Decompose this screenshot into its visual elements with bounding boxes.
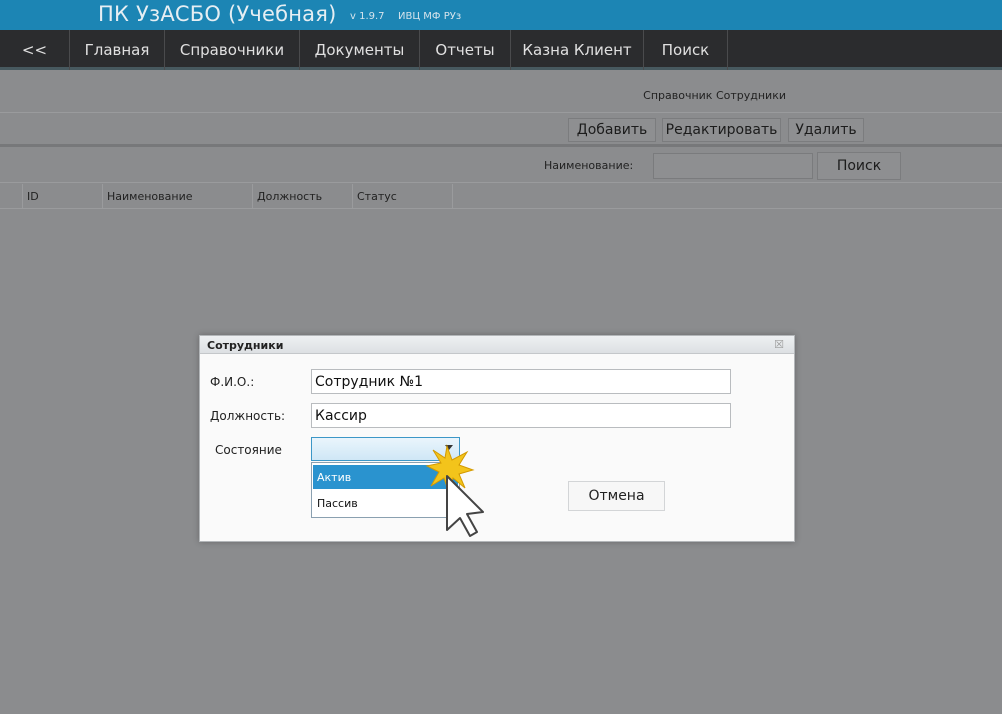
column-status[interactable]: Статус bbox=[353, 184, 453, 209]
edit-button[interactable]: Редактировать bbox=[662, 118, 781, 142]
status-label: Состояние bbox=[215, 443, 282, 457]
column-id[interactable]: ID bbox=[23, 184, 103, 209]
app-title: ПК УзАСБО (Учебная) bbox=[98, 2, 337, 26]
page-header: Справочник Сотрудники bbox=[0, 73, 1002, 113]
column-name[interactable]: Наименование bbox=[103, 184, 253, 209]
search-bar: Наименование: Поиск bbox=[0, 150, 1002, 183]
nav-item-reports[interactable]: Отчеты bbox=[420, 30, 511, 70]
nav-item-main[interactable]: Главная bbox=[70, 30, 165, 70]
column-position[interactable]: Должность bbox=[253, 184, 353, 209]
mouse-cursor-icon bbox=[425, 444, 484, 537]
search-label: Наименование: bbox=[544, 159, 634, 172]
close-icon[interactable]: ☒ bbox=[774, 338, 784, 351]
nav-item-treasury-client[interactable]: Казна Клиент bbox=[511, 30, 644, 70]
search-button[interactable]: Поиск bbox=[817, 152, 901, 180]
app-titlebar: ПК УзАСБО (Учебная) v 1.9.7 ИВЦ МФ РУз bbox=[0, 0, 1002, 30]
page-title: Справочник Сотрудники bbox=[643, 89, 786, 102]
fio-label: Ф.И.О.: bbox=[210, 375, 255, 389]
position-label: Должность: bbox=[210, 409, 286, 423]
cancel-button[interactable]: Отмена bbox=[568, 481, 665, 511]
employee-dialog: Сотрудники ☒ Ф.И.О.: Сотрудник №1 Должно… bbox=[199, 335, 795, 542]
dialog-titlebar: Сотрудники ☒ bbox=[200, 336, 794, 354]
fio-input[interactable]: Сотрудник №1 bbox=[311, 369, 731, 394]
table-header: ID Наименование Должность Статус bbox=[0, 184, 1002, 209]
app-version: v 1.9.7 bbox=[350, 11, 385, 22]
nav-back-button[interactable]: << bbox=[0, 30, 70, 70]
dialog-title: Сотрудники bbox=[207, 339, 284, 352]
table-header-selector bbox=[0, 184, 23, 209]
toolbar: Добавить Редактировать Удалить bbox=[0, 113, 1002, 147]
arrow-pointer-icon bbox=[446, 475, 484, 537]
main-navbar: << Главная Справочники Документы Отчеты … bbox=[0, 30, 1002, 70]
nav-item-documents[interactable]: Документы bbox=[300, 30, 420, 70]
app-org: ИВЦ МФ РУз bbox=[398, 11, 462, 22]
search-input[interactable] bbox=[653, 153, 813, 179]
delete-button[interactable]: Удалить bbox=[788, 118, 864, 142]
nav-item-search[interactable]: Поиск bbox=[644, 30, 728, 70]
position-input[interactable]: Кассир bbox=[311, 403, 731, 428]
add-button[interactable]: Добавить bbox=[568, 118, 656, 142]
nav-item-directories[interactable]: Справочники bbox=[165, 30, 300, 70]
